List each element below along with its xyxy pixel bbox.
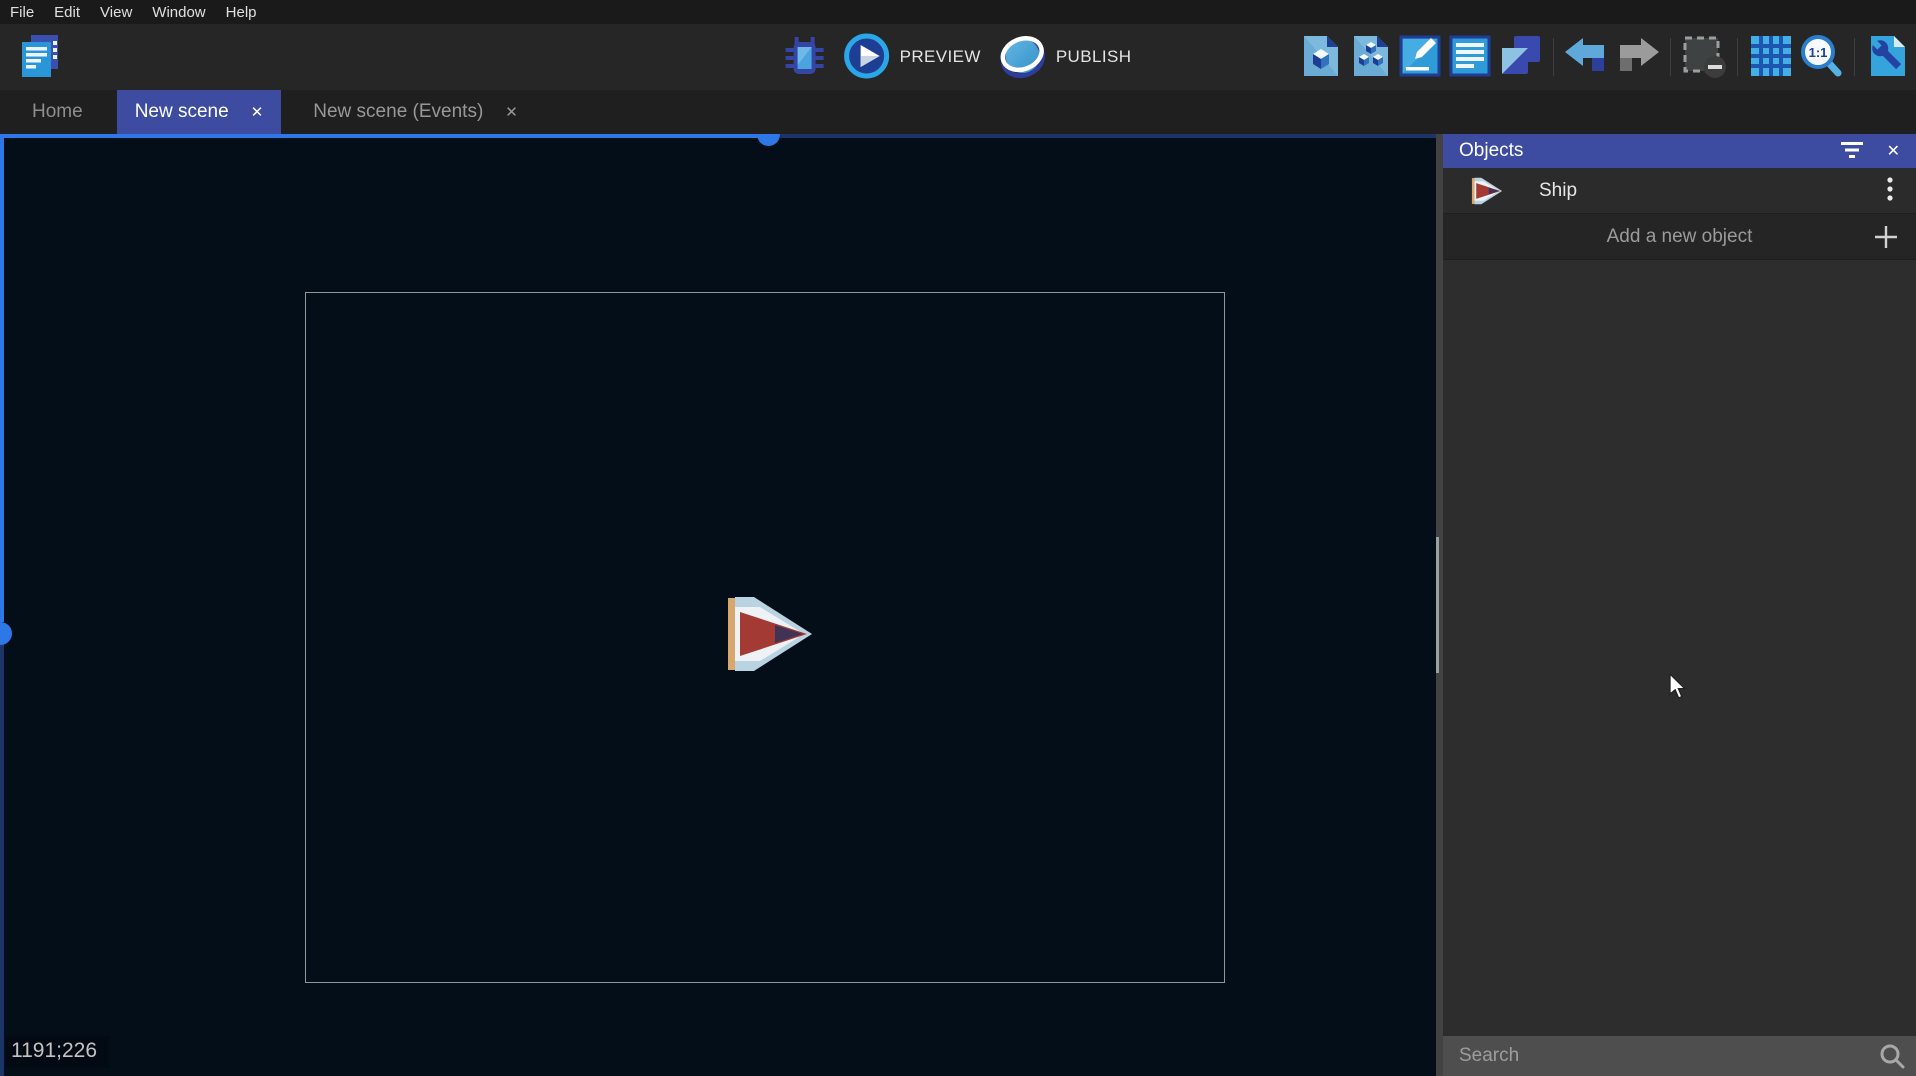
- properties-icon: [1397, 33, 1443, 82]
- filter-icon: [1839, 140, 1865, 163]
- redo-icon: [1613, 37, 1661, 78]
- open-layers-button[interactable]: [1496, 30, 1544, 84]
- close-icon[interactable]: ✕: [505, 105, 518, 120]
- deselect-instances-icon: [1679, 33, 1729, 82]
- menu-item-edit[interactable]: Edit: [54, 4, 80, 21]
- toolbar-separator: [1553, 38, 1554, 76]
- setup-grid-button[interactable]: [1864, 30, 1912, 84]
- zoom-1-1-button[interactable]: 1:1: [1797, 30, 1845, 84]
- close-panel-button[interactable]: ✕: [1887, 141, 1900, 161]
- open-object-groups-button[interactable]: [1346, 30, 1394, 84]
- objects-search-bar: [1443, 1036, 1916, 1076]
- gdevelop-window: File Edit View Window Help: [0, 0, 1916, 1076]
- toolbar-separator: [1670, 38, 1671, 76]
- publish-label: PUBLISH: [1056, 47, 1132, 67]
- objects-editor-icon: [1297, 33, 1343, 82]
- add-new-object-label: Add a new object: [1459, 226, 1872, 248]
- play-circle-icon: [843, 32, 891, 83]
- object-groups-icon: [1347, 33, 1393, 82]
- deselect-instances-button[interactable]: [1680, 30, 1728, 84]
- instances-list-icon: [1447, 33, 1493, 82]
- plus-icon[interactable]: [1872, 223, 1900, 251]
- object-list-item-ship[interactable]: Ship: [1443, 168, 1916, 214]
- zoom-1-1-icon: 1:1: [1797, 32, 1845, 83]
- undo-button[interactable]: [1563, 30, 1611, 84]
- tab-new-scene[interactable]: New scene ✕: [117, 90, 282, 134]
- tab-home-label: Home: [32, 101, 83, 123]
- tab-home[interactable]: Home: [12, 90, 103, 134]
- close-icon[interactable]: ✕: [251, 105, 264, 120]
- more-vert-icon: [1886, 176, 1894, 205]
- horizontal-scrollbar-thumb[interactable]: [757, 134, 780, 146]
- svg-text:1:1: 1:1: [1809, 45, 1828, 60]
- menu-bar: File Edit View Window Help: [0, 0, 1916, 24]
- filter-button[interactable]: [1839, 140, 1865, 163]
- vertical-scrollbar[interactable]: [0, 134, 4, 622]
- ship-thumbnail-icon: [1471, 177, 1505, 205]
- vertical-scrollbar-thumb[interactable]: [0, 622, 12, 645]
- objects-panel-title: Objects: [1459, 140, 1817, 162]
- object-more-options-button[interactable]: [1882, 176, 1898, 205]
- project-manager-icon: [18, 33, 62, 82]
- object-name: Ship: [1539, 180, 1882, 202]
- menu-item-help[interactable]: Help: [226, 4, 257, 21]
- menu-item-view[interactable]: View: [100, 4, 132, 21]
- search-icon: [1878, 1042, 1906, 1075]
- objects-panel: Objects ✕: [1443, 134, 1916, 1076]
- debug-bug-icon: [782, 33, 828, 82]
- search-input[interactable]: [1443, 1045, 1916, 1067]
- undo-icon: [1563, 37, 1611, 78]
- toolbar-separator: [1854, 38, 1855, 76]
- open-objects-editor-button[interactable]: [1296, 30, 1344, 84]
- project-manager-button[interactable]: [16, 30, 64, 84]
- scene-canvas[interactable]: 1191;226: [0, 134, 1436, 1076]
- toolbar-right-group: 1:1: [1296, 24, 1912, 90]
- main-toolbar: PREVIEW: [0, 24, 1916, 90]
- toggle-grid-button[interactable]: [1747, 30, 1795, 84]
- toolbar-center-group: PREVIEW: [781, 24, 1136, 90]
- menu-item-window[interactable]: Window: [152, 4, 205, 21]
- cursor-coordinates: 1191;226: [6, 1036, 109, 1068]
- preview-label: PREVIEW: [900, 47, 981, 67]
- ship-sprite-instance[interactable]: [728, 595, 812, 673]
- globe-sphere-icon: [999, 32, 1047, 83]
- preview-button[interactable]: PREVIEW: [839, 32, 985, 83]
- tab-new-scene-label: New scene: [135, 101, 229, 123]
- editor-tab-bar: Home New scene ✕ New scene (Events) ✕: [0, 90, 1916, 134]
- toggle-grid-icon: [1749, 34, 1793, 81]
- objects-panel-body: [1443, 260, 1916, 1036]
- objects-panel-header: Objects ✕: [1443, 134, 1916, 168]
- canvas-right-scrollbar-thumb[interactable]: [1436, 537, 1439, 673]
- mouse-cursor: [1668, 673, 1688, 706]
- menu-item-file[interactable]: File: [10, 4, 34, 21]
- setup-grid-icon: [1865, 33, 1911, 82]
- open-instances-list-button[interactable]: [1446, 30, 1494, 84]
- open-properties-button[interactable]: [1396, 30, 1444, 84]
- layers-icon: [1497, 33, 1543, 82]
- tab-new-scene-events-label: New scene (Events): [313, 101, 483, 123]
- vertical-scrollbar-track[interactable]: [0, 644, 4, 1076]
- toolbar-separator: [1737, 38, 1738, 76]
- horizontal-scrollbar-track[interactable]: [780, 134, 1436, 138]
- redo-button[interactable]: [1613, 30, 1661, 84]
- publish-button[interactable]: PUBLISH: [995, 32, 1136, 83]
- debug-button[interactable]: [781, 30, 829, 84]
- horizontal-scrollbar[interactable]: [0, 134, 758, 138]
- panel-splitter[interactable]: [1436, 134, 1443, 1076]
- tab-new-scene-events[interactable]: New scene (Events) ✕: [295, 90, 536, 134]
- add-new-object-button[interactable]: Add a new object: [1443, 214, 1916, 260]
